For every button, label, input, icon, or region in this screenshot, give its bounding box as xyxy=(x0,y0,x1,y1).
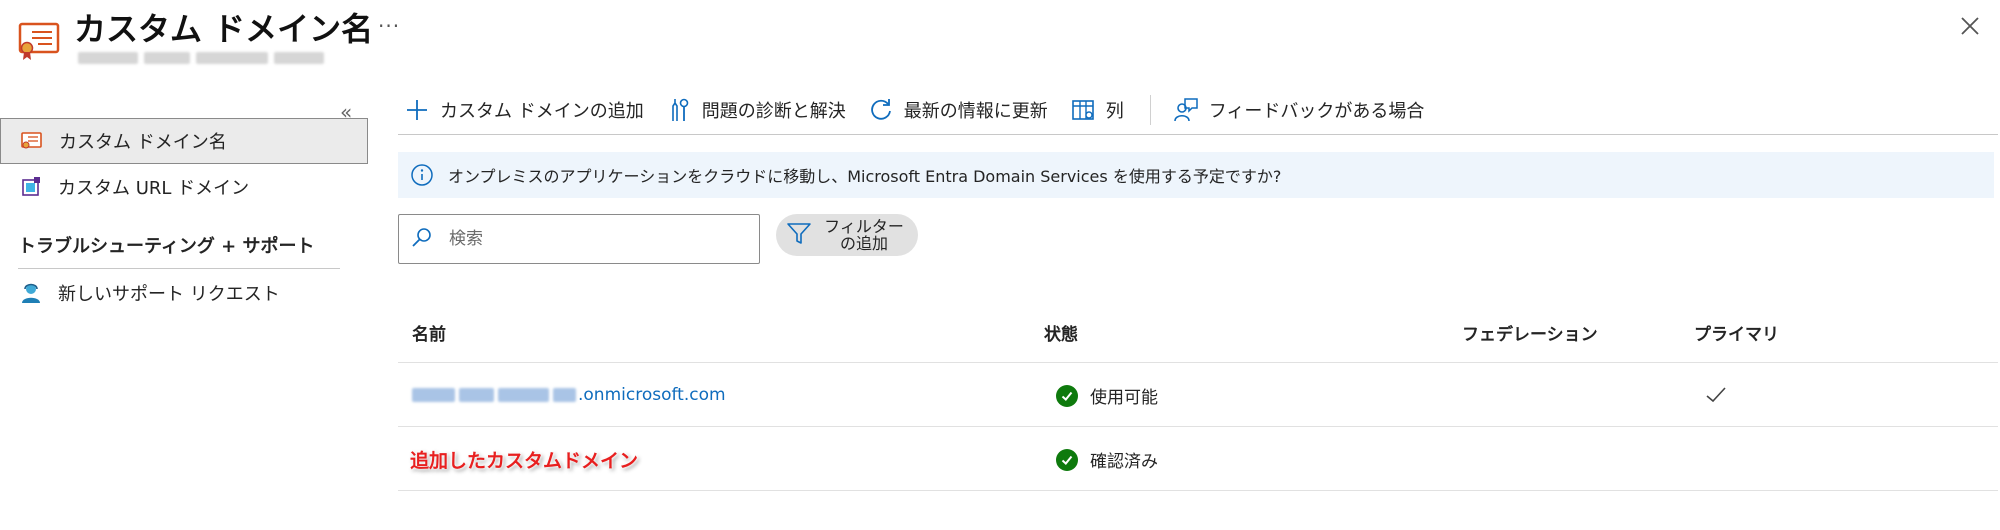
add-filter-label: フィルターの追加 xyxy=(824,217,904,253)
page-title: カスタム ドメイン名 xyxy=(74,10,374,48)
sidebar-item-label: カスタム URL ドメイン xyxy=(58,178,250,199)
domain-name-link[interactable]: .onmicrosoft.com xyxy=(578,385,726,405)
feedback-person-icon xyxy=(1173,97,1199,123)
add-custom-domain-label: カスタム ドメインの追加 xyxy=(440,101,644,122)
info-banner[interactable]: オンプレミスのアプリケーションをクラウドに移動し、Microsoft Entra… xyxy=(398,152,1994,198)
certificate-icon xyxy=(21,130,43,152)
subtitle-redacted xyxy=(78,52,358,66)
sidebar-item-label: 新しいサポート リクエスト xyxy=(58,284,280,305)
wrench-icon xyxy=(666,97,692,123)
info-icon xyxy=(410,163,434,187)
search-input[interactable] xyxy=(449,229,729,249)
primary-checkmark-icon xyxy=(1706,386,1726,408)
close-icon[interactable] xyxy=(1958,14,1982,38)
diagnose-solve-label: 問題の診断と解決 xyxy=(701,101,846,122)
add-custom-domain-button[interactable]: カスタム ドメインの追加 xyxy=(404,97,644,123)
support-person-icon xyxy=(20,282,42,304)
certificate-icon xyxy=(18,18,62,62)
custom-domain-annotation: 追加したカスタムドメイン xyxy=(410,450,639,472)
status-cell: 使用可能 xyxy=(1056,383,1158,408)
sidebar-divider xyxy=(18,268,340,269)
status-text: 使用可能 xyxy=(1090,388,1158,408)
sidebar-item-label: カスタム ドメイン名 xyxy=(59,132,227,153)
domain-name-redacted xyxy=(412,388,577,404)
filter-icon xyxy=(786,220,812,250)
more-options-button[interactable]: ··· xyxy=(378,14,400,38)
success-check-icon xyxy=(1056,384,1078,407)
success-check-icon xyxy=(1056,448,1078,471)
columns-button[interactable]: 列 xyxy=(1070,97,1124,123)
header-divider xyxy=(398,362,1998,363)
add-filter-button[interactable]: フィルターの追加 xyxy=(776,214,918,256)
refresh-icon xyxy=(868,97,894,123)
columns-label: 列 xyxy=(1105,101,1124,122)
column-header-primary[interactable]: プライマリ xyxy=(1694,320,1779,345)
toolbar-divider xyxy=(398,134,1998,135)
command-bar: カスタム ドメインの追加 問題の診断と解決 最新の情報に更新 列 フィードバック… xyxy=(404,92,1446,128)
refresh-label: 最新の情報に更新 xyxy=(903,101,1048,122)
custom-url-domain-icon xyxy=(20,176,42,198)
toolbar-separator xyxy=(1149,95,1151,125)
plus-icon xyxy=(404,97,430,123)
row-divider xyxy=(398,426,1998,427)
sidebar-item-custom-url-domains[interactable]: カスタム URL ドメイン xyxy=(0,164,368,210)
feedback-button[interactable]: フィードバックがある場合 xyxy=(1173,97,1425,123)
status-text: 確認済み xyxy=(1090,452,1158,472)
sidebar-item-new-support-request[interactable]: 新しいサポート リクエスト xyxy=(0,270,368,316)
status-cell: 確認済み xyxy=(1056,447,1158,472)
sidebar-section-title: トラブルシューティング + サポート xyxy=(18,236,315,257)
row-divider xyxy=(398,490,1998,491)
column-header-name[interactable]: 名前 xyxy=(412,320,446,345)
info-banner-text: オンプレミスのアプリケーションをクラウドに移動し、Microsoft Entra… xyxy=(448,167,1282,186)
columns-icon xyxy=(1070,97,1096,123)
search-box[interactable] xyxy=(398,214,760,264)
column-header-status[interactable]: 状態 xyxy=(1044,320,1078,345)
sidebar-item-custom-domain-names[interactable]: カスタム ドメイン名 xyxy=(0,118,368,164)
column-header-federation[interactable]: フェデレーション xyxy=(1462,320,1598,345)
diagnose-solve-button[interactable]: 問題の診断と解決 xyxy=(666,97,846,123)
refresh-button[interactable]: 最新の情報に更新 xyxy=(868,97,1048,123)
feedback-label: フィードバックがある場合 xyxy=(1208,101,1425,122)
search-icon xyxy=(411,226,433,252)
